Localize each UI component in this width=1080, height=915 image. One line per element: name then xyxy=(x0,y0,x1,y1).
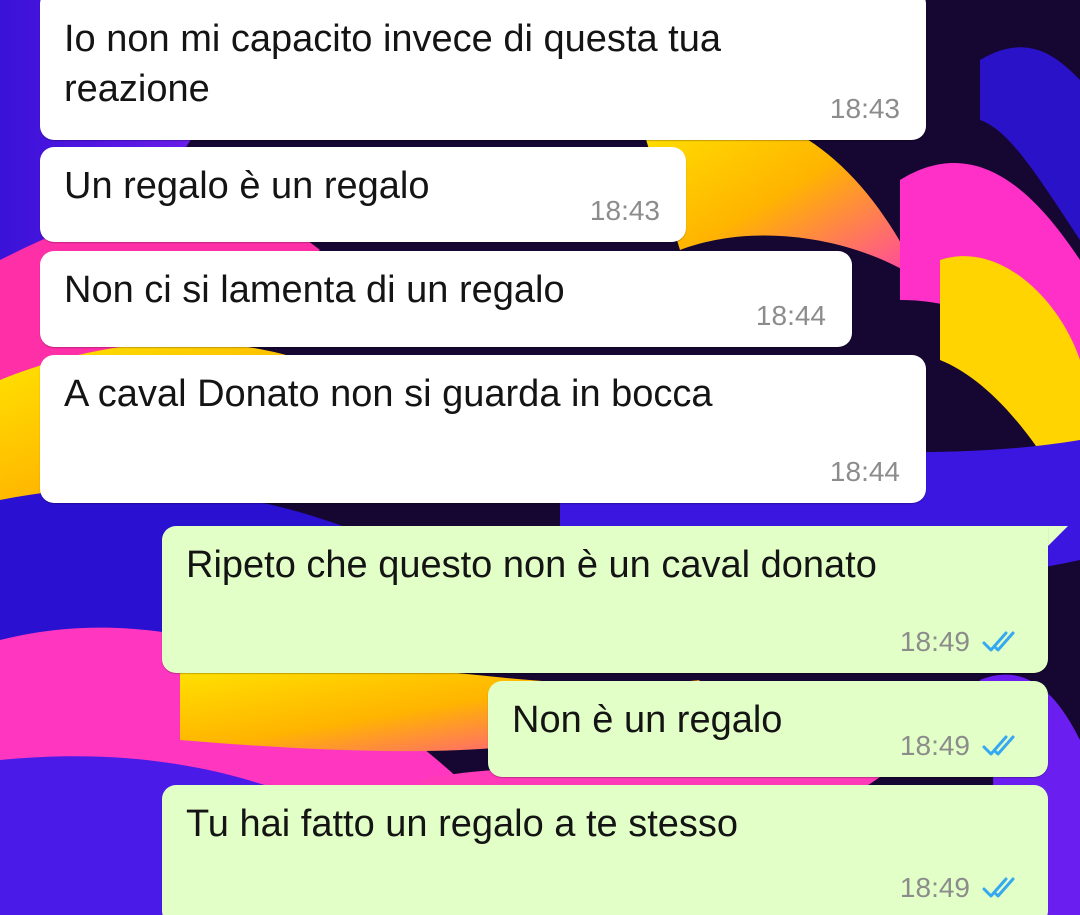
message-timestamp: 18:49 xyxy=(899,872,970,903)
message-timestamp: 18:44 xyxy=(755,300,826,331)
message-text: Non ci si lamenta di un regalo xyxy=(64,269,565,311)
message-text: Un regalo è un regalo xyxy=(64,165,430,207)
incoming-message[interactable]: Un regalo è un regalo 18:43 xyxy=(40,147,686,242)
message-meta: 18:49 xyxy=(900,627,1022,657)
outgoing-message[interactable]: Non è un regalo 18:49 xyxy=(488,681,1048,777)
message-text: Tu hai fatto un regalo a te stesso xyxy=(186,803,739,845)
double-check-icon xyxy=(982,631,1015,652)
double-check-icon xyxy=(982,735,1015,756)
message-timestamp: 18:49 xyxy=(899,626,970,657)
bubble-tail xyxy=(1046,526,1068,548)
message-text: Io non mi capacito invece di questa tua … xyxy=(64,18,721,110)
double-check-icon xyxy=(982,877,1015,898)
message-text: A caval Donato non si guarda in bocca xyxy=(64,373,713,415)
message-timestamp: 18:49 xyxy=(899,730,970,761)
message-meta: 18:49 xyxy=(900,873,1022,903)
message-text: Ripeto che questo non è un caval donato xyxy=(186,544,877,586)
incoming-message[interactable]: Non ci si lamenta di un regalo 18:44 xyxy=(40,251,852,347)
message-meta: 18:44 xyxy=(756,301,826,331)
incoming-message[interactable]: Io non mi capacito invece di questa tua … xyxy=(40,0,926,140)
message-meta: 18:43 xyxy=(830,94,900,124)
message-meta: 18:43 xyxy=(590,196,660,226)
message-timestamp: 18:44 xyxy=(829,456,900,487)
message-meta: 18:49 xyxy=(900,731,1022,761)
outgoing-message[interactable]: Tu hai fatto un regalo a te stesso 18:49 xyxy=(162,785,1048,915)
incoming-message[interactable]: A caval Donato non si guarda in bocca 18… xyxy=(40,355,926,503)
outgoing-message[interactable]: Ripeto che questo non è un caval donato … xyxy=(162,526,1048,673)
message-meta: 18:44 xyxy=(830,457,900,487)
message-timestamp: 18:43 xyxy=(589,195,660,226)
message-timestamp: 18:43 xyxy=(829,93,900,124)
